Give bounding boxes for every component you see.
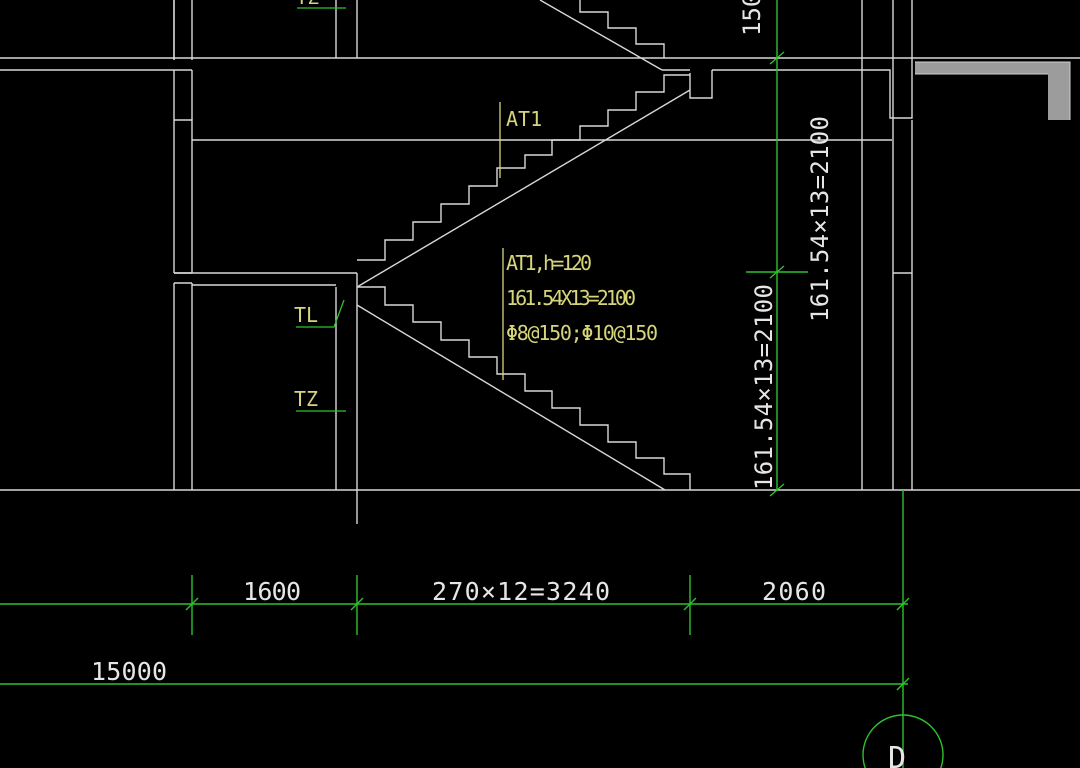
at1-tag: AT1	[506, 107, 542, 131]
annotations: TZ AT1 AT1,h=120 161.54X13=2100 Φ8@150;Φ…	[294, 0, 658, 412]
top-dim-partial: 150	[738, 0, 766, 36]
landing-slab	[174, 272, 358, 287]
dim-segment-1: 1600	[243, 577, 301, 606]
at1-note-line2: 161.54X13=2100	[506, 286, 636, 310]
dim-segment-3: 2060	[762, 577, 826, 606]
left-wall-outline	[173, 0, 193, 490]
dim-segment-2: 270×12=3240	[432, 577, 610, 606]
previous-flight-steps	[579, 0, 665, 58]
lower-flight-steps	[357, 286, 691, 490]
at1-note-line1: AT1,h=120	[506, 251, 592, 275]
tz-top-label: TZ	[296, 0, 319, 9]
upper-flight-steps	[357, 74, 690, 261]
landing-column	[335, 0, 358, 524]
vertical-dim-upper: 161.54×13=2100	[806, 116, 834, 322]
axis-bubble-label: D	[888, 741, 906, 768]
tz-label: TZ	[294, 387, 318, 411]
right-cantilever-beam	[915, 61, 1071, 120]
vertical-dimensions: 150 161.54×13=2100 161.54×13=2100	[738, 0, 834, 497]
stair-section-drawing: TZ AT1 AT1,h=120 161.54X13=2100 Φ8@150;Φ…	[0, 0, 1080, 768]
horizontal-dimensions	[0, 490, 910, 768]
vertical-dim-lower: 161.54×13=2100	[750, 284, 778, 490]
tl-label: TL	[294, 303, 318, 327]
right-wall	[861, 0, 913, 490]
previous-flight-soffit	[539, 0, 663, 71]
dimension-texts: 1600 270×12=3240 2060 15000	[91, 577, 826, 686]
dim-total: 15000	[91, 657, 167, 686]
at1-note-line3: Φ8@150;Φ10@150	[506, 321, 658, 345]
